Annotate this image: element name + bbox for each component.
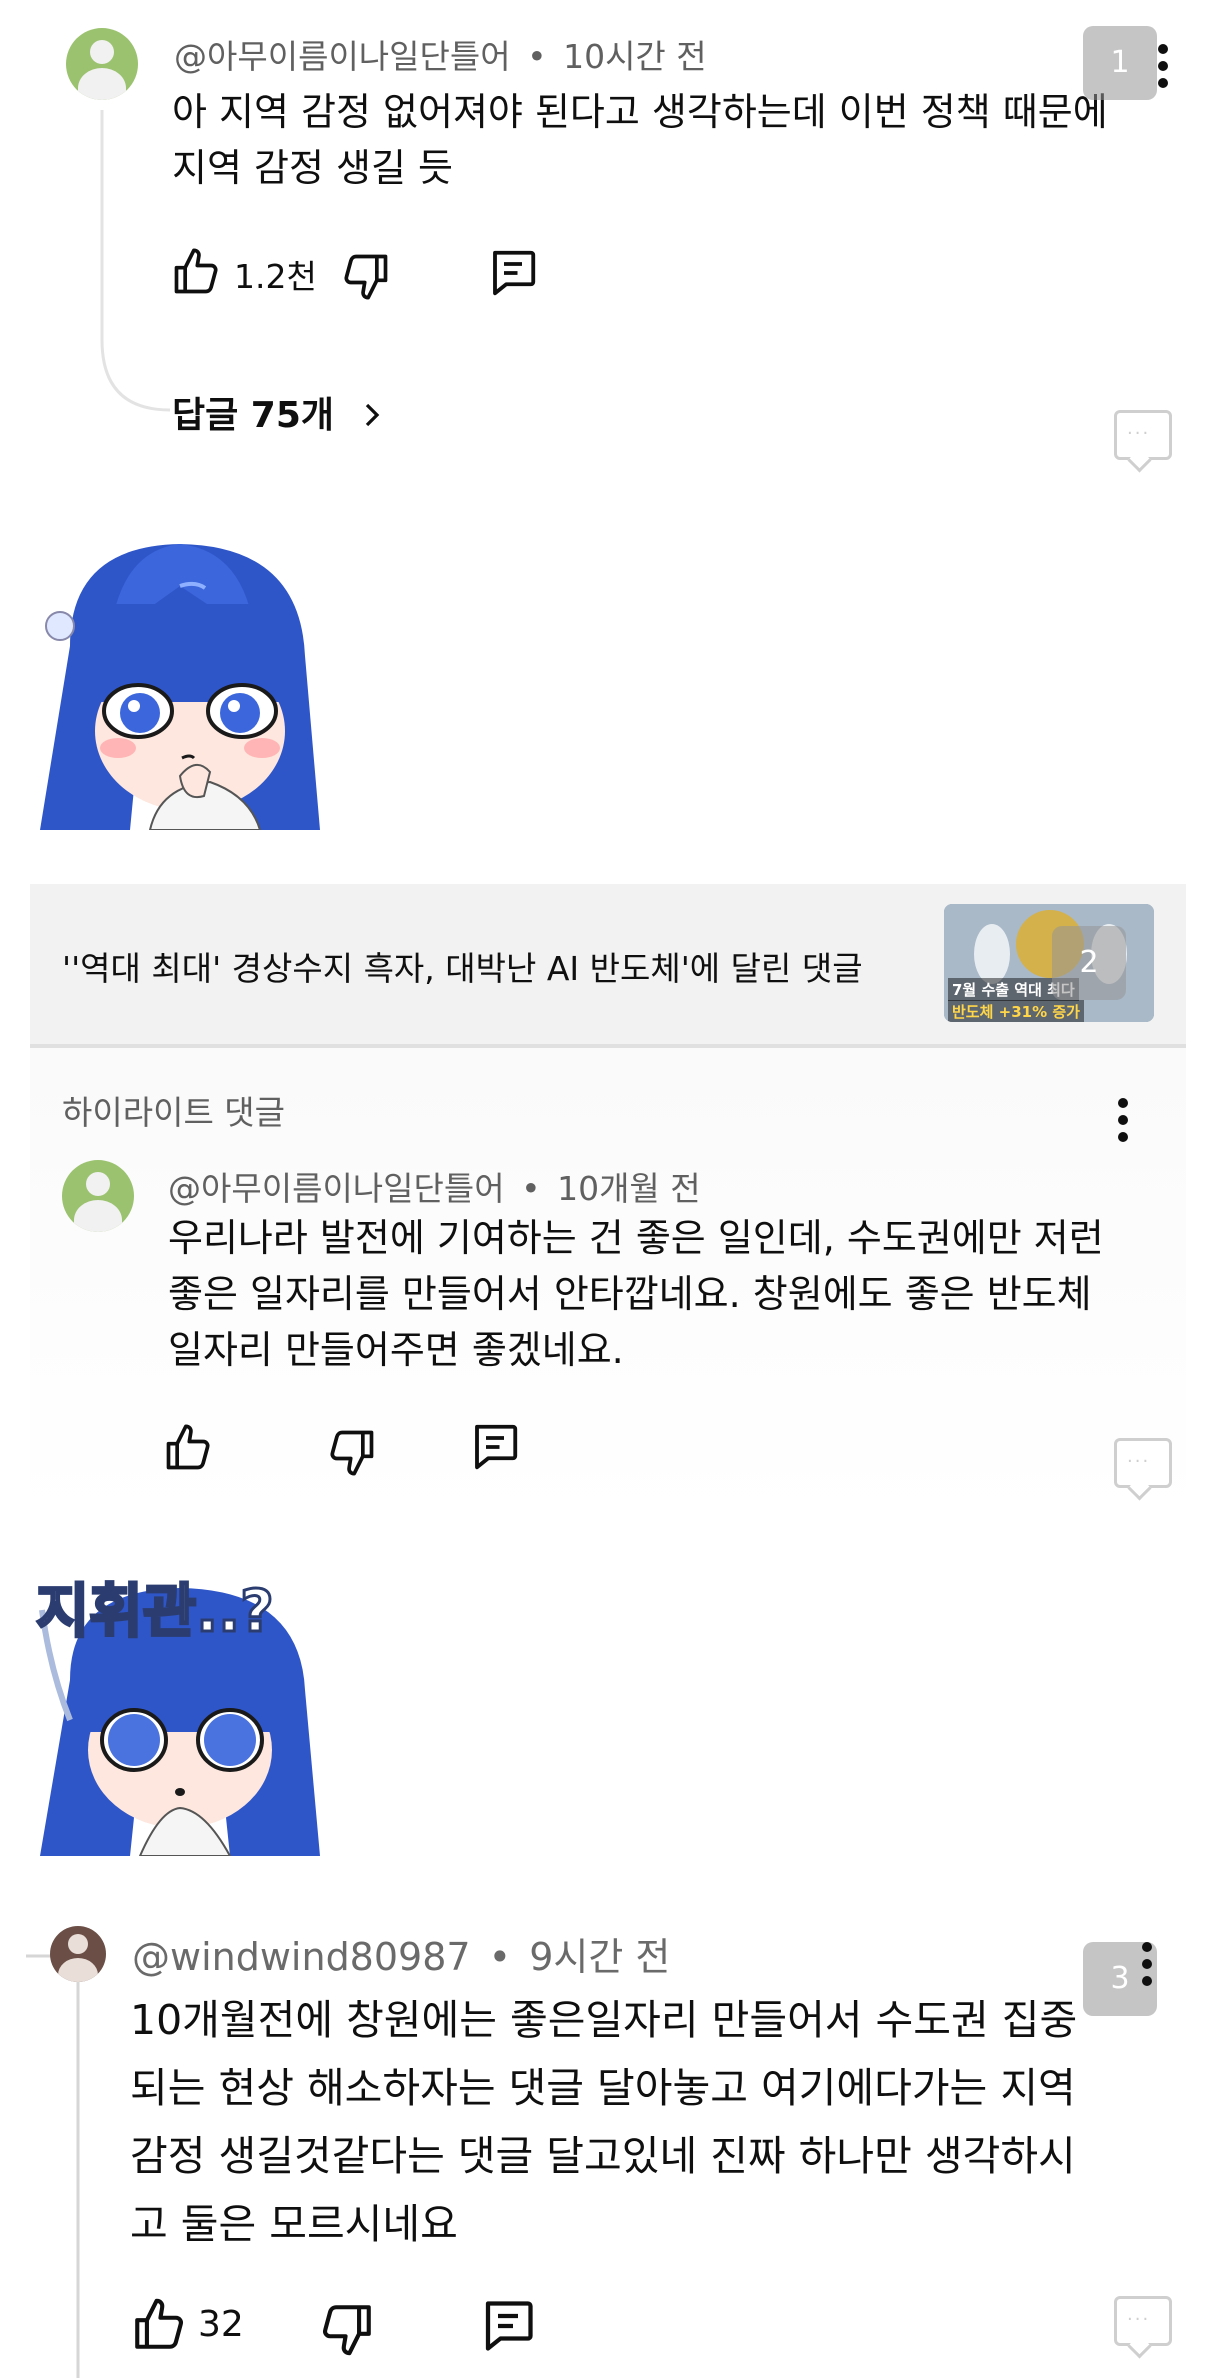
more-vert-icon[interactable]	[1158, 44, 1170, 95]
comment-meta: @windwind80987 • 9시간 전	[132, 1926, 670, 1981]
thread-line	[26, 1930, 80, 2378]
meta-separator: •	[527, 37, 547, 76]
video-thumbnail[interactable]: 7월 수출 역대 최다 반도체 +31% 증가 2	[944, 904, 1154, 1022]
more-vert-icon[interactable]	[1142, 1942, 1154, 1993]
comment-text: 아 지역 감정 없어져야 된다고 생각하는데 이번 정책 때문에 지역 감정 생…	[172, 84, 1132, 196]
chat-bubble-icon: ···	[1114, 2296, 1172, 2346]
thumbs-down-icon[interactable]	[326, 1426, 378, 1478]
comment-author[interactable]: @아무이름이나일단틀어	[174, 37, 511, 76]
thread-line	[100, 110, 170, 412]
comment-text-line: 10개월전에 창원에는 좋은일자리 만들어서 수도권 집중	[130, 1996, 1078, 2044]
anime-sticker: 지휘관..?	[30, 1560, 334, 1856]
section-label: 하이라이트 댓글	[62, 1093, 286, 1132]
chat-bubble-icon: ···	[1114, 1438, 1172, 1488]
sticker-caption: 지휘관..?	[35, 1576, 276, 1647]
comment-text-line: 일자리 만들어주면 좋겠네요.	[168, 1328, 624, 1372]
avatar-body-shape	[74, 1200, 122, 1232]
comment-text-line: 좋은 일자리를 만들어서 안타깝네요. 창원에도 좋은 반도체	[168, 1272, 1092, 1316]
avatar-head-shape	[90, 40, 114, 64]
avatar[interactable]	[62, 1160, 134, 1232]
avatar[interactable]	[50, 1926, 106, 1982]
anime-sticker	[30, 526, 334, 830]
more-vert-icon[interactable]	[1118, 1098, 1130, 1149]
thumbs-up-icon[interactable]	[170, 246, 222, 298]
video-title[interactable]: ''역대 최대' 경상수지 흑자, 대박난 AI 반도체'에 달린 댓글	[62, 942, 863, 990]
comment-time[interactable]: 10개월 전	[557, 1169, 701, 1208]
comment-meta: @아무이름이나일단틀어 • 10시간 전	[174, 30, 707, 78]
reply-icon[interactable]	[486, 246, 540, 300]
comment-text: 10개월전에 창원에는 좋은일자리 만들어서 수도권 집중 되는 현상 해소하자…	[130, 1986, 1140, 2258]
thumbnail-caption: 반도체 +31% 증가	[948, 1000, 1084, 1022]
replies-label: 답글 75개	[172, 395, 334, 436]
comment-time[interactable]: 10시간 전	[563, 37, 707, 76]
avatar-head-shape	[68, 1934, 88, 1954]
thumbs-down-icon[interactable]	[340, 250, 392, 302]
index-badge: 2	[1052, 926, 1126, 1000]
avatar-body-shape	[78, 68, 126, 100]
comment-text-line: 고 둘은 모르시네요	[130, 2200, 458, 2248]
meta-separator: •	[521, 1169, 541, 1208]
comment-time[interactable]: 9시간 전	[529, 1935, 670, 1979]
replies-button[interactable]: 답글 75개	[172, 386, 387, 438]
comment-text-line: 되는 현상 해소하자는 댓글 달아놓고 여기에다가는 지역	[130, 2064, 1076, 2112]
comment-text-line: 감정 생길것같다는 댓글 달고있네 진짜 하나만 생각하시	[130, 2132, 1076, 2180]
thumbs-up-icon[interactable]	[162, 1422, 214, 1474]
reply-icon[interactable]	[468, 1420, 522, 1474]
reply-icon[interactable]	[478, 2296, 538, 2356]
avatar-body-shape	[58, 1958, 98, 1982]
avatar-head-shape	[86, 1172, 110, 1196]
like-count: 1.2천	[234, 257, 317, 296]
thumbs-up-icon[interactable]	[130, 2296, 188, 2354]
comment-text: 우리나라 발전에 기여하는 건 좋은 일인데, 수도권에만 저런 좋은 일자리를…	[168, 1210, 1148, 1378]
index-badge: 1	[1083, 26, 1157, 100]
comment-meta: @아무이름이나일단틀어 • 10개월 전	[168, 1162, 701, 1210]
comment-author[interactable]: @windwind80987	[132, 1935, 471, 1979]
chevron-right-icon	[365, 403, 379, 427]
avatar[interactable]	[66, 28, 138, 100]
meta-separator: •	[488, 1935, 512, 1979]
thumbs-down-icon[interactable]	[318, 2300, 376, 2358]
comment-text-line: 아 지역 감정 없어져야 된다고 생각하는데 이번 정책 때문에	[172, 90, 1108, 134]
comment-text-line: 지역 감정 생길 듯	[172, 146, 453, 190]
chat-bubble-icon: ···	[1114, 410, 1172, 460]
comment-text-line: 우리나라 발전에 기여하는 건 좋은 일인데, 수도권에만 저런	[168, 1216, 1104, 1260]
comment-author[interactable]: @아무이름이나일단틀어	[168, 1169, 505, 1208]
like-count: 32	[198, 2304, 244, 2345]
